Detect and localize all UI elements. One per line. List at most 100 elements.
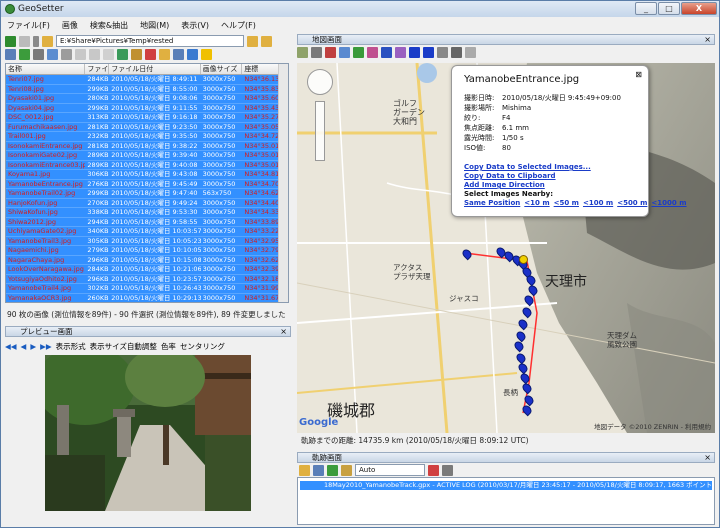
track-close-icon[interactable]: ×: [704, 453, 711, 462]
crosshair-icon[interactable]: [451, 47, 462, 58]
undo-icon[interactable]: [159, 49, 170, 60]
preview-close-icon[interactable]: ×: [280, 327, 287, 336]
table-row[interactable]: IsonokamiGate02.jpg 289KB 2010/05/18/火曜日 9…: [6, 151, 288, 161]
table-row[interactable]: Nagaemichi.jpg 279KB 2010/05/18/火曜日 10:10:…: [6, 246, 288, 256]
search-track-icon[interactable]: [341, 464, 352, 476]
dropdown-icon[interactable]: [33, 35, 39, 47]
open-track-icon[interactable]: [299, 464, 310, 476]
stop-icon[interactable]: [428, 464, 439, 476]
auto-select[interactable]: Auto: [355, 464, 425, 476]
next-icon[interactable]: ▶: [30, 342, 36, 351]
browse-folder-icon[interactable]: [261, 35, 272, 47]
zoom-slider[interactable]: [315, 101, 325, 161]
prev-icon[interactable]: ◀: [21, 342, 27, 351]
table-row[interactable]: Tenri08.jpg 299KB 2010/05/18/火曜日 8:55:00 30…: [6, 84, 288, 94]
file-grid[interactable]: 名称 ファイ... ファイル日付 画像サイズ 座標 Tenri07.jpg 284…: [5, 63, 289, 303]
popup-close-icon[interactable]: ⊠: [635, 70, 642, 79]
rotate-icon[interactable]: [187, 49, 198, 60]
radius-50-link[interactable]: <50 m: [554, 199, 579, 208]
track-list[interactable]: 18May2010_YamanobeTrack.gpx - ACTIVE LOG…: [297, 477, 715, 525]
table-row[interactable]: DSC_0012.jpg 313KB 2010/05/18/火曜日 9:16:18 3…: [6, 113, 288, 123]
view-icon[interactable]: [5, 49, 16, 60]
zoom-icon[interactable]: [437, 47, 448, 58]
marker-icon[interactable]: [311, 47, 322, 58]
same-position-link[interactable]: Same Position: [464, 199, 520, 208]
add-track-icon[interactable]: [327, 464, 338, 476]
pin-icon[interactable]: [325, 47, 336, 58]
selected-marker-icon[interactable]: [519, 255, 528, 264]
grid-scrollbar[interactable]: [278, 64, 288, 302]
last-icon[interactable]: ▶▶: [40, 342, 52, 351]
first-icon[interactable]: ◀◀: [5, 342, 17, 351]
table-row[interactable]: Dyasaki01.jpg 280KB 2010/05/18/火曜日 9:08:06…: [6, 94, 288, 104]
copy-icon[interactable]: [75, 49, 86, 60]
menu-view[interactable]: 表示(V): [181, 20, 209, 31]
open-folder-icon[interactable]: [247, 35, 258, 47]
map-close-icon[interactable]: ×: [704, 35, 711, 44]
menu-search[interactable]: 検索&抽出: [90, 20, 128, 31]
map-type-icon[interactable]: [297, 47, 308, 58]
table-row[interactable]: Dyasaki04.jpg 299KB 2010/05/18/火曜日 9:11:55…: [6, 103, 288, 113]
col-name[interactable]: 名称: [6, 64, 86, 74]
save-track-icon[interactable]: [313, 464, 324, 476]
delete-icon[interactable]: [145, 49, 156, 60]
path-input[interactable]: E:¥Share¥Pictures¥Temp¥rested: [56, 35, 244, 47]
table-row[interactable]: HanjoKofun.jpg 270KB 2010/05/18/火曜日 9:49:2…: [6, 198, 288, 208]
radius-100-link[interactable]: <100 m: [583, 199, 613, 208]
table-row[interactable]: IsonokamiEntrance03.jpg 289KB 2010/05/18/火…: [6, 160, 288, 170]
table-row[interactable]: ShiwaKofun.jpg 338KB 2010/05/18/火曜日 9:53:3…: [6, 208, 288, 218]
col-size[interactable]: ファイ...: [85, 64, 110, 74]
col-date[interactable]: ファイル日付: [109, 64, 201, 74]
format-button[interactable]: 表示形式: [56, 341, 86, 352]
record-icon[interactable]: [395, 47, 406, 58]
track-icon[interactable]: [381, 47, 392, 58]
prev-point-icon[interactable]: [409, 47, 420, 58]
table-row[interactable]: Trail001.jpg 232KB 2010/05/18/火曜日 9:35:50 3…: [6, 132, 288, 142]
close-button[interactable]: X: [681, 2, 717, 15]
table-row[interactable]: YamanobeTrail3.jpg 305KB 2010/05/18/火曜日 10…: [6, 236, 288, 246]
copy-to-selected-link[interactable]: Copy Data to Selected Images...: [464, 163, 640, 172]
center-button[interactable]: センタリング: [180, 341, 225, 352]
next-point-icon[interactable]: [423, 47, 434, 58]
radius-1000-link[interactable]: <1000 m: [651, 199, 686, 208]
table-row[interactable]: Shiwa2012.jpg 294KB 2010/05/18/火曜日 9:58:55…: [6, 217, 288, 227]
table-row[interactable]: LookOverNaragawa.jpg 284KB 2010/05/18/火曜日 …: [6, 265, 288, 275]
table-row[interactable]: YotsugiyaOdhito2.jpg 296KB 2010/05/18/火曜日 …: [6, 274, 288, 284]
cut-icon[interactable]: [61, 49, 72, 60]
copy-to-clipboard-link[interactable]: Copy Data to Clipboard: [464, 172, 640, 181]
radius-500-link[interactable]: <500 m: [617, 199, 647, 208]
radius-10-link[interactable]: <10 m: [524, 199, 549, 208]
track-settings-icon[interactable]: [442, 464, 453, 476]
table-row[interactable]: Tenri07.jpg 284KB 2010/05/18/火曜日 8:49:11 30…: [6, 75, 288, 85]
pointer-icon[interactable]: [339, 47, 350, 58]
autosize-button[interactable]: 表示サイズ自動調整: [90, 341, 157, 352]
menu-map[interactable]: 地図(M): [140, 20, 169, 31]
camera-icon[interactable]: [33, 49, 44, 60]
menu-file[interactable]: ファイル(F): [7, 20, 50, 31]
color-button[interactable]: 色率: [161, 341, 176, 352]
table-row[interactable]: YamanobeTrail02.jpg 299KB 2010/05/18/火曜日 9…: [6, 189, 288, 199]
minimize-button[interactable]: _: [635, 2, 657, 15]
add-direction-link[interactable]: Add Image Direction: [464, 181, 640, 190]
back-arrow-icon[interactable]: [5, 35, 16, 47]
refresh-icon[interactable]: [19, 49, 30, 60]
table-row[interactable]: YamanobeEntrance.jpg 276KB 2010/05/18/火曜日 …: [6, 179, 288, 189]
table-row[interactable]: Koyama1.jpg 306KB 2010/05/18/火曜日 9:43:08 30…: [6, 170, 288, 180]
paste-icon[interactable]: [89, 49, 100, 60]
filter-icon[interactable]: [47, 49, 58, 60]
table-row[interactable]: NagaraChaya.jpg 296KB 2010/05/18/火曜日 10:15…: [6, 255, 288, 265]
menu-image[interactable]: 画像: [62, 20, 78, 31]
table-row[interactable]: IsonokamiEntrance.jpg 281KB 2010/05/18/火曜日…: [6, 141, 288, 151]
maximize-button[interactable]: □: [658, 2, 680, 15]
delete-marker-icon[interactable]: [367, 47, 378, 58]
save-icon[interactable]: [173, 49, 184, 60]
menu-help[interactable]: ヘルプ(F): [221, 20, 256, 31]
pan-control[interactable]: [307, 69, 333, 95]
table-row[interactable]: YamanakaOCR3.jpg 260KB 2010/05/18/火曜日 10:2…: [6, 293, 288, 302]
tag-icon[interactable]: [131, 49, 142, 60]
map-icon[interactable]: [117, 49, 128, 60]
table-row[interactable]: UchiyamaGate02.jpg 340KB 2010/05/18/火曜日 10…: [6, 227, 288, 237]
track-row[interactable]: 18May2010_YamanobeTrack.gpx - ACTIVE LOG…: [300, 481, 712, 490]
info-icon[interactable]: [201, 49, 212, 60]
table-row[interactable]: YamanobeTrail4.jpg 302KB 2010/05/18/火曜日 10…: [6, 284, 288, 294]
